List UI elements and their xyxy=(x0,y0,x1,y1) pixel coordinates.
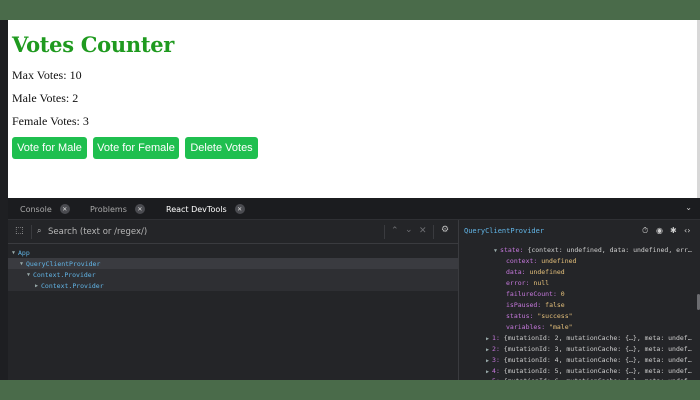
page-title: Votes Counter xyxy=(12,32,175,57)
collapse-arrow-icon[interactable]: ▶ xyxy=(35,283,38,289)
prop-item[interactable]: ▶ 1: {mutationId: 2, mutationCache: {…},… xyxy=(486,334,696,342)
tree-node-context-provider-child[interactable]: ▶ Context.Provider xyxy=(8,280,458,291)
expand-arrow-icon[interactable]: ▼ xyxy=(20,261,23,267)
prop-field: variables: "male" xyxy=(506,323,573,331)
tab-problems[interactable]: Problems ✕ xyxy=(90,198,145,220)
tab-label: React DevTools xyxy=(166,204,227,214)
bottom-strip xyxy=(0,380,700,400)
close-icon[interactable]: ✕ xyxy=(134,204,145,214)
tab-console[interactable]: Console ✕ xyxy=(20,198,70,220)
expand-arrow-icon[interactable]: ▼ xyxy=(12,250,15,256)
tree-node-app[interactable]: ▼ App xyxy=(8,247,458,258)
props-pane: QueryClientProvider ⏱ ◉ ✱ ‹› ▼ state: {c… xyxy=(459,220,700,385)
down-icon[interactable]: ⌄ xyxy=(405,225,413,235)
vote-female-button[interactable]: Vote for Female xyxy=(93,137,179,159)
up-icon[interactable]: ⌃ xyxy=(391,226,399,236)
search-icon: ⌕ xyxy=(37,226,42,235)
chevron-down-icon[interactable]: ⌄ xyxy=(685,203,692,212)
prop-item[interactable]: ▶ 4: {mutationId: 5, mutationCache: {…},… xyxy=(486,367,696,375)
tree-node-label: QueryClientProvider xyxy=(26,259,101,268)
expand-arrow-icon[interactable]: ▼ xyxy=(27,272,30,278)
timer-icon[interactable]: ⏱ xyxy=(642,226,648,236)
max-votes-text: Max Votes: 10 xyxy=(12,68,82,82)
prop-field: data: undefined xyxy=(506,268,565,276)
close-icon[interactable]: ✕ xyxy=(59,204,70,214)
prop-item[interactable]: ▶ 3: {mutationId: 4, mutationCache: {…},… xyxy=(486,356,696,364)
props-header: QueryClientProvider ⏱ ◉ ✱ ‹› xyxy=(459,220,700,242)
search-input[interactable] xyxy=(48,225,368,239)
devtools-tabbar: Console ✕ Problems ✕ React DevTools ✕ ⌄ xyxy=(8,198,700,220)
left-edge xyxy=(0,20,8,380)
component-tree-pane: ⬚ ⌕ ⌃ ⌄ ✕ ⚙ ▼ App ▼ QueryClientProvider … xyxy=(8,220,458,380)
delete-votes-button[interactable]: Delete Votes xyxy=(185,137,258,159)
prop-item[interactable]: ▶ 2: {mutationId: 3, mutationCache: {…},… xyxy=(486,345,696,353)
app-page: Votes Counter Max Votes: 10 Male Votes: … xyxy=(8,20,697,198)
tree-node-queryclientprovider[interactable]: ▼ QueryClientProvider xyxy=(8,258,458,269)
close-icon[interactable]: ✕ xyxy=(234,204,245,214)
inspect-icon[interactable]: ⬚ xyxy=(15,226,24,236)
prop-field: error: null xyxy=(506,279,550,287)
prop-state[interactable]: ▼ state: {context: undefined, data: unde… xyxy=(494,246,694,254)
tab-label: Problems xyxy=(90,204,127,214)
prop-field: context: undefined xyxy=(506,257,577,265)
prop-field: isPaused: false xyxy=(506,301,565,309)
tab-react-devtools[interactable]: React DevTools ✕ xyxy=(166,198,245,220)
prop-field: failureCount: 0 xyxy=(506,290,565,298)
divider xyxy=(31,225,32,239)
devtools-panel: Console ✕ Problems ✕ React DevTools ✕ ⌄ … xyxy=(8,198,700,385)
tree-node-context-provider[interactable]: ▼ Context.Provider xyxy=(8,269,458,280)
tree-node-label: App xyxy=(18,248,30,257)
code-icon[interactable]: ‹› xyxy=(684,226,690,235)
settings-icon[interactable]: ⚙ xyxy=(441,225,449,235)
bug-icon[interactable]: ✱ xyxy=(670,226,677,235)
female-votes-text: Female Votes: 3 xyxy=(12,114,89,128)
divider xyxy=(384,225,385,239)
selected-component-name: QueryClientProvider xyxy=(464,227,545,235)
clear-icon[interactable]: ✕ xyxy=(419,226,427,236)
tree-node-label: Context.Provider xyxy=(33,270,96,279)
tab-label: Console xyxy=(20,204,52,214)
tree-toolbar: ⬚ ⌕ ⌃ ⌄ ✕ ⚙ xyxy=(8,220,458,244)
prop-field: status: "success" xyxy=(506,312,573,320)
eye-icon[interactable]: ◉ xyxy=(656,226,663,235)
male-votes-text: Male Votes: 2 xyxy=(12,91,79,105)
tree-node-label: Context.Provider xyxy=(41,281,104,290)
vote-male-button[interactable]: Vote for Male xyxy=(12,137,87,159)
divider xyxy=(433,225,434,239)
top-strip xyxy=(0,0,700,20)
